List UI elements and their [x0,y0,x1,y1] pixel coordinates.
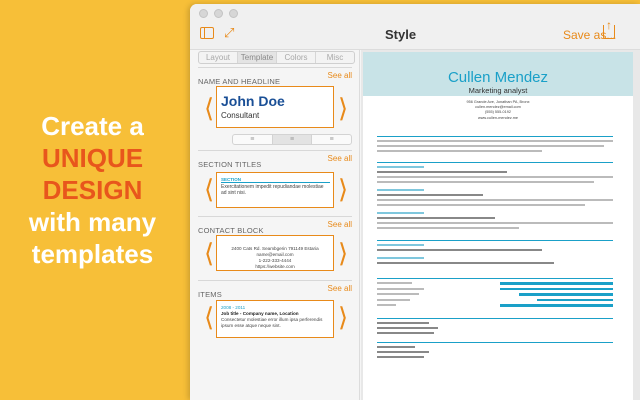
resume-experience-text [377,166,613,229]
preview-section-text: Exercitationem impedit repudiandae moles… [221,184,324,196]
see-all-titles-link[interactable]: See all [328,154,352,163]
resume-header-banner: Cullen Mendez Marketing analyst [363,52,633,96]
sidebar-icon[interactable] [200,27,214,39]
resume-languages [377,322,613,334]
resume-section-rule [377,342,613,343]
section-label: ITEMS [198,290,222,299]
resume-section-rule [377,240,613,241]
tab-template[interactable]: Template [238,52,277,63]
preview-item-text: Consectetur molestiae error illum ipsa p… [221,317,323,328]
alignment-control: ≡ ≡ ≡ [232,134,352,145]
promo-headline: Create a UNIQUE DESIGN with many templat… [0,110,185,270]
style-tabs: Layout Template Colors Misc [198,51,355,64]
section-title-template-card[interactable]: SECTION Exercitationem impedit repudiand… [216,172,334,208]
resume-section-rule [377,136,613,137]
items-template-card[interactable]: 2008 - 2011 Job title - Company name, Lo… [216,300,334,338]
tab-layout[interactable]: Layout [199,52,238,63]
resume-website: www.cullen-mendez.me [477,115,519,120]
section-label: CONTACT BLOCK [198,226,264,235]
window-title: Style [385,27,417,42]
section-label: SECTION TITLES [198,160,262,169]
resume-name: Cullen Mendez [447,69,549,86]
expand-icon[interactable]: ⤢ [224,26,238,39]
resume-section-rule [377,278,613,279]
align-right-button[interactable]: ≡ [312,135,351,144]
promo-line-1: Create a [41,111,144,141]
window-controls [199,9,238,18]
style-sidebar: Layout Template Colors Misc NAME AND HEA… [190,50,360,400]
resume-section-rule [377,162,613,163]
chevron-left-icon[interactable]: ⟨ [204,95,214,121]
close-window-button[interactable] [199,9,208,18]
zoom-window-button[interactable] [229,9,238,18]
chevron-right-icon[interactable]: ⟩ [338,304,348,330]
section-header-titles: SECTION TITLES See all [198,150,352,172]
app-window: ⤢ Style Save as... Layout Template Color… [190,4,640,400]
preview-contact: 2400 Cats Rd. Seambgerin 791149 Estaria … [217,246,333,270]
resume-education-text [377,244,613,264]
preview-name: John Doe [221,93,285,109]
align-left-button[interactable]: ≡ [233,135,273,144]
promo-line-5: templates [31,239,154,269]
resume-preview-pane: Cullen Mendez Marketing analyst 956 Gran… [361,50,640,400]
resume-headline: Marketing analyst [468,86,528,95]
tab-misc[interactable]: Misc [316,52,354,63]
see-all-contact-link[interactable]: See all [328,220,352,229]
see-all-items-link[interactable]: See all [328,284,352,293]
chevron-left-icon[interactable]: ⟨ [204,176,214,202]
chevron-right-icon[interactable]: ⟩ [338,240,348,266]
preview-section-rule [221,182,330,183]
resume-hobbies [377,346,613,358]
contact-template-card[interactable]: 2400 Cats Rd. Seambgerin 791149 Estaria … [216,235,334,271]
preview-headline: Consultant [221,111,260,120]
titlebar: ⤢ Style Save as... [190,4,640,50]
section-label: NAME AND HEADLINE [198,77,281,86]
chevron-right-icon[interactable]: ⟩ [338,95,348,121]
resume-page: Cullen Mendez Marketing analyst 956 Gran… [363,52,633,400]
promo-line-3: DESIGN [42,175,143,205]
minimize-window-button[interactable] [214,9,223,18]
align-center-button[interactable]: ≡ [272,135,313,144]
promo-line-4: with many [28,207,157,237]
chevron-right-icon[interactable]: ⟩ [338,176,348,202]
section-header-items: ITEMS See all [198,280,352,302]
chevron-left-icon[interactable]: ⟨ [204,240,214,266]
name-template-card[interactable]: John Doe Consultant [216,86,334,128]
resume-section-rule [377,318,613,319]
chevron-left-icon[interactable]: ⟨ [204,304,214,330]
resume-skills [377,282,613,307]
preview-contact-website: https://website.com [255,264,295,269]
resume-profile-text [377,140,613,152]
resume-contact: 956 Grande Ave, Jonathan PA, Bronx culle… [363,100,633,121]
promo-line-2: UNIQUE [41,143,144,173]
see-all-name-link[interactable]: See all [328,71,352,80]
share-icon[interactable] [603,19,615,39]
tab-colors[interactable]: Colors [277,52,316,63]
